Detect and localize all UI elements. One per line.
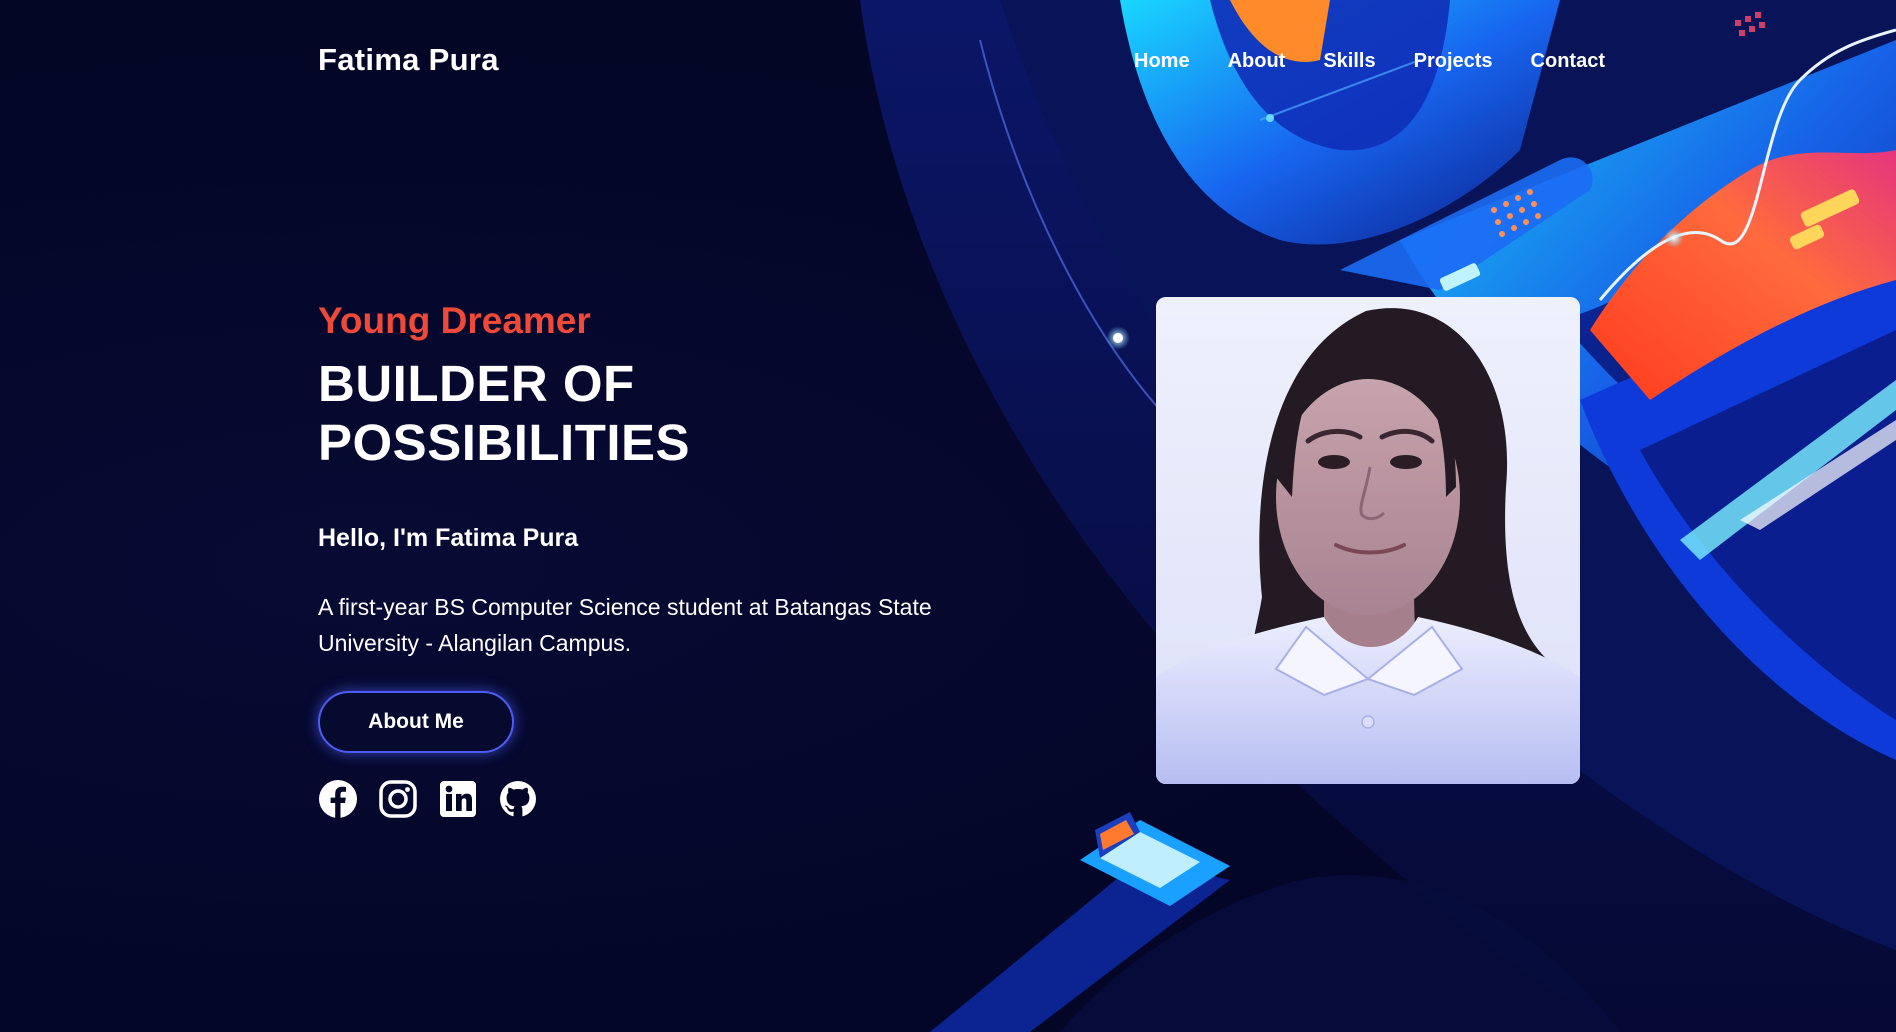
social-links xyxy=(318,779,1018,819)
nav-about-link[interactable]: About xyxy=(1228,50,1286,73)
site-logo[interactable]: Fatima Pura xyxy=(318,42,499,78)
hero-tagline: Young Dreamer xyxy=(318,300,591,341)
hero-section: Young Dreamer BUILDER OF POSSIBILITIES H… xyxy=(318,300,1018,819)
about-me-button[interactable]: About Me xyxy=(318,691,514,753)
nav-home-link[interactable]: Home xyxy=(1134,50,1190,73)
nav-projects-link[interactable]: Projects xyxy=(1414,50,1493,73)
portfolio-page: Fatima Pura Home About Skills Projects C… xyxy=(0,0,1896,1032)
profile-photo xyxy=(1156,297,1580,784)
hero-headline: BUILDER OF POSSIBILITIES xyxy=(318,355,691,471)
main-nav: Home About Skills Projects Contact xyxy=(1134,50,1605,73)
facebook-icon[interactable] xyxy=(318,779,358,819)
portrait-illustration xyxy=(1156,297,1580,784)
hero-description: A first-year BS Computer Science student… xyxy=(318,594,932,656)
github-icon[interactable] xyxy=(498,779,538,819)
nav-skills-link[interactable]: Skills xyxy=(1323,50,1375,73)
hero-greeting: Hello, I'm Fatima Pura xyxy=(318,524,579,552)
instagram-icon[interactable] xyxy=(378,779,418,819)
linkedin-icon[interactable] xyxy=(438,779,478,819)
nav-contact-link[interactable]: Contact xyxy=(1531,50,1605,73)
